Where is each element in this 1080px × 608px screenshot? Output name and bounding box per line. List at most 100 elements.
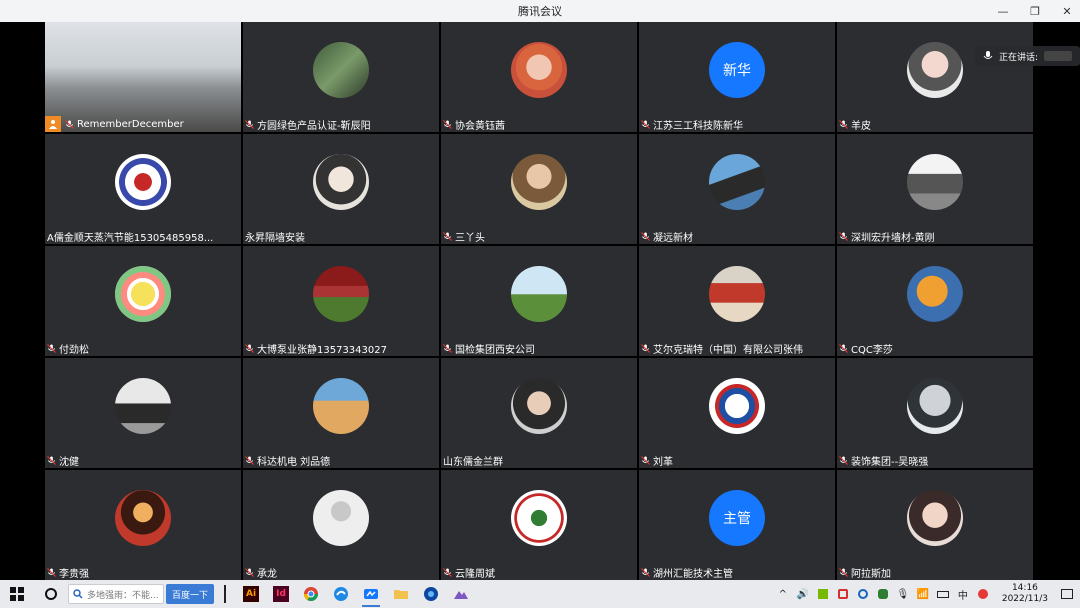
ime-icon[interactable] (976, 587, 990, 601)
participant-tile[interactable]: 新华 江苏三工科技陈新华 (639, 22, 835, 132)
edge-app[interactable] (326, 580, 356, 608)
maximize-button[interactable]: ❐ (1028, 5, 1042, 18)
battery-icon[interactable] (936, 587, 950, 601)
participant-tile[interactable]: 深圳宏升墙材-黄刚 (837, 134, 1033, 244)
participant-tile[interactable]: 山东儒金兰群 (441, 358, 637, 468)
avatar (907, 378, 963, 434)
avatar (511, 42, 567, 98)
wifi-icon[interactable]: 📶 (916, 587, 930, 601)
clock-time: 14:16 (1011, 583, 1038, 593)
participant-tile[interactable]: RememberDecember (45, 22, 241, 132)
system-clock[interactable]: 14:16 2022/11/3 (1002, 583, 1048, 605)
file-explorer-app[interactable] (386, 580, 416, 608)
avatar (709, 154, 765, 210)
close-button[interactable]: ✕ (1060, 5, 1074, 18)
participant-label: 凝远新材 (641, 229, 693, 243)
mic-muted-icon (839, 231, 848, 241)
participant-tile[interactable]: 刘革 (639, 358, 835, 468)
participant-label: 大博泵业张静13573343027 (245, 341, 387, 355)
participant-tile[interactable]: 国检集团西安公司 (441, 246, 637, 356)
participant-tile[interactable]: 方圆绿色产品认证-靳辰阳 (243, 22, 439, 132)
participant-tile[interactable]: 凝远新材 (639, 134, 835, 244)
cortana-icon (45, 588, 57, 600)
sync-icon[interactable] (856, 587, 870, 601)
participant-label: A儒金顺天蒸汽节能15305485958... (47, 229, 214, 244)
participant-label: 装饰集团--吴晓强 (839, 453, 928, 467)
mic-muted-icon (839, 567, 848, 577)
mic-muted-icon (641, 567, 650, 577)
cortana-button[interactable] (34, 580, 68, 608)
participant-tile[interactable]: 永昇隔墙安装 (243, 134, 439, 244)
participant-label: 方圆绿色产品认证-靳辰阳 (245, 117, 371, 131)
avatar (313, 266, 369, 322)
participant-name: A儒金顺天蒸汽节能15305485958... (47, 232, 214, 244)
participant-tile[interactable]: 羊皮 (837, 22, 1033, 132)
participant-label: 李贵强 (47, 565, 89, 579)
participant-label: 深圳宏升墙材-黄刚 (839, 229, 935, 243)
participant-label: 山东儒金兰群 (443, 453, 503, 468)
avatar (907, 490, 963, 546)
participant-tile[interactable]: 阿拉斯加 (837, 470, 1033, 580)
mic-icon[interactable]: 🎙 (896, 587, 910, 601)
participant-tile[interactable]: 沈健 (45, 358, 241, 468)
input-lang[interactable]: 中 (956, 587, 970, 602)
participant-tile[interactable]: 承龙 (243, 470, 439, 580)
indesign-app[interactable]: Id (266, 580, 296, 608)
mic-muted-icon (245, 567, 254, 577)
participant-name: 李贵强 (59, 568, 89, 580)
search-submit-button[interactable]: 百度一下 (166, 584, 215, 604)
start-button[interactable] (0, 580, 34, 608)
participant-name: 国检集团西安公司 (455, 344, 535, 356)
nvidia-icon[interactable] (816, 587, 830, 601)
participant-tile[interactable]: 主管 湖州汇能技术主管 (639, 470, 835, 580)
mic-muted-icon (47, 343, 56, 353)
participant-tile[interactable]: 协会黄钰茜 (441, 22, 637, 132)
avatar (511, 378, 567, 434)
speaking-label: 正在讲话: (998, 52, 1038, 63)
participant-tile[interactable]: A儒金顺天蒸汽节能15305485958... (45, 134, 241, 244)
participant-tile[interactable]: 三丫头 (441, 134, 637, 244)
participant-name: CQC李莎 (851, 344, 893, 356)
participant-label: 刘革 (641, 453, 673, 467)
participant-tile[interactable]: CQC李莎 (837, 246, 1033, 356)
participant-tile[interactable]: 科达机电 刘品德 (243, 358, 439, 468)
participant-tile[interactable]: 李贵强 (45, 470, 241, 580)
windows-icon (10, 587, 24, 601)
chevron-up-icon[interactable]: ^ (776, 587, 790, 601)
avatar (115, 378, 171, 434)
participant-name: 沈健 (59, 456, 79, 468)
participant-tile[interactable]: 云隆周斌 (441, 470, 637, 580)
security-app[interactable] (416, 580, 446, 608)
participant-tile[interactable]: 艾尔克瑞特（中国）有限公司张伟 (639, 246, 835, 356)
notifications-icon[interactable] (1060, 587, 1074, 601)
minimize-button[interactable]: — (996, 5, 1010, 18)
avatar-text: 新华 (723, 63, 751, 79)
shield-icon[interactable] (876, 587, 890, 601)
volume-icon[interactable]: 🔊 (796, 587, 810, 601)
update-icon[interactable] (836, 587, 850, 601)
participant-name: 付劲松 (59, 344, 89, 356)
clock-date: 2022/11/3 (1001, 594, 1048, 604)
avatar (907, 266, 963, 322)
participant-name: 科达机电 刘品德 (257, 456, 331, 468)
chrome-app[interactable] (296, 580, 326, 608)
mic-muted-icon (443, 119, 452, 129)
participant-label: CQC李莎 (839, 341, 893, 355)
avatar-text: 主管 (723, 511, 751, 527)
browser-app[interactable] (446, 580, 476, 608)
participant-tile[interactable]: 装饰集团--吴晓强 (837, 358, 1033, 468)
mic-muted-icon (245, 119, 254, 129)
participant-tile[interactable]: 付劲松 (45, 246, 241, 356)
edge-icon (334, 587, 349, 601)
mic-muted-icon (47, 455, 56, 465)
avatar (115, 266, 171, 322)
participant-name: 三丫头 (455, 232, 485, 244)
meeting-app[interactable] (356, 580, 386, 608)
participant-tile[interactable]: 大博泵业张静13573343027 (243, 246, 439, 356)
avatar (511, 266, 567, 322)
indesign-icon: Id (273, 586, 290, 602)
avatar (313, 378, 369, 434)
taskbar-search-input[interactable]: 多地强雨：不能... (68, 584, 164, 604)
avatar (907, 42, 963, 98)
illustrator-app[interactable]: Ai (236, 580, 266, 608)
